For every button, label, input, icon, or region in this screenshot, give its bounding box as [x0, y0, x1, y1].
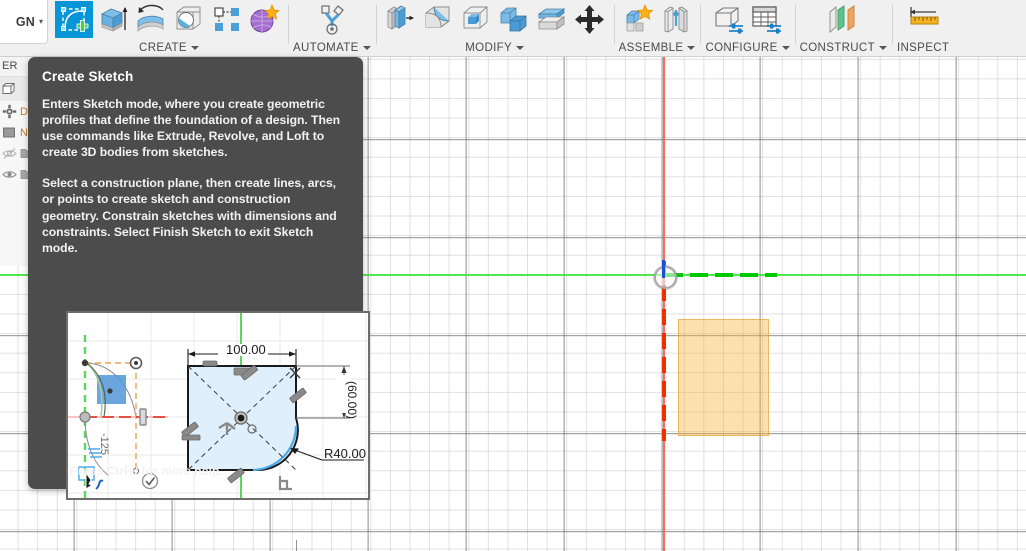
toolbar-group-inspect-label[interactable]: INSPECT [897, 39, 949, 56]
revolve-button[interactable] [131, 1, 169, 38]
x-axis-highlight [665, 273, 777, 277]
document-cube-icon [2, 82, 17, 97]
sketch-plus-icon [59, 5, 89, 35]
inspect-label-text: INSPECT [896, 41, 950, 54]
construct-label-text: CONSTRUCT [799, 41, 875, 54]
extrude-button[interactable] [93, 1, 131, 38]
toolbar-group-modify-label[interactable]: MODIFY [465, 39, 525, 56]
chevron-down-icon [878, 46, 887, 50]
configure-box-icon [712, 4, 745, 35]
create-label-text: CREATE [139, 41, 187, 54]
shell-icon [460, 4, 491, 35]
chevron-down-icon [516, 46, 525, 50]
dim-radius-label: R40.00 [324, 446, 366, 461]
chevron-down-icon [687, 46, 696, 50]
workspace-tab-design[interactable]: GN ▾ [0, 0, 48, 44]
chevron-down-icon [362, 46, 371, 50]
dim-offset-label: -125 [98, 433, 110, 455]
modify-label-text: MODIFY [465, 41, 513, 54]
toolbar-group-configure-label[interactable]: CONFIGURE [705, 39, 790, 56]
offset-plane-icon [826, 4, 860, 35]
toolbar-group-automate: AUTOMATE [288, 0, 376, 56]
tooltip-title: Create Sketch [42, 69, 134, 84]
dim-height-label: (60.00) [345, 381, 359, 419]
browser-row-named-views-label: N [20, 126, 28, 139]
offset-plane-button[interactable] [824, 1, 862, 38]
create-sketch-button[interactable] [55, 1, 93, 38]
configure-component-button[interactable] [710, 1, 748, 38]
toolbar-group-modify: MODIFY [375, 0, 614, 56]
configure-table-button[interactable] [748, 1, 786, 38]
create-form-button[interactable] [245, 1, 283, 38]
tooltip-paragraph-2: Select a construction plane, then create… [42, 176, 337, 255]
chevron-down-icon: ▾ [38, 17, 43, 26]
toolbar-group-create: CREATE [50, 0, 288, 56]
joint-button[interactable] [657, 1, 695, 38]
assemble-label-text: ASSEMBLE [618, 41, 684, 54]
measure-ruler-icon [906, 4, 940, 35]
press-pull-icon [384, 4, 415, 35]
named-views-icon [2, 125, 17, 140]
form-sphere-icon [248, 4, 280, 35]
sphere-icon [173, 4, 204, 35]
measure-button[interactable] [904, 1, 942, 38]
canvas-grid-heavy-vertical [296, 540, 297, 551]
combine-button[interactable] [495, 1, 533, 38]
toolbar-group-construct-label[interactable]: CONSTRUCT [800, 39, 887, 56]
toolbar-group-construct: CONSTRUCT [794, 0, 892, 56]
fillet-button[interactable] [419, 1, 457, 38]
fusion-application-window: 200 GN ▾ [0, 0, 1026, 551]
main-toolbar: GN ▾ CREATE AUTOMATE MODIFY ASSEMBLE CON… [0, 0, 1026, 57]
joint-icon [660, 4, 692, 35]
toolbar-group-assemble-label[interactable]: ASSEMBLE [619, 39, 696, 56]
eye-hidden-icon[interactable] [2, 146, 17, 161]
shell-button[interactable] [457, 1, 495, 38]
toolbar-group-configure: CONFIGURE [700, 0, 794, 56]
configure-label-text: CONFIGURE [705, 41, 778, 54]
workspace-tab-label: GN [15, 14, 35, 29]
split-face-icon [535, 4, 568, 35]
toolbar-group-inspect: INSPECT [891, 0, 954, 56]
pattern-button[interactable] [207, 1, 245, 38]
move-arrows-icon [574, 4, 605, 35]
automate-node-icon [315, 4, 349, 36]
rect-pattern-icon [211, 4, 242, 35]
toolbar-group-create-label[interactable]: CREATE [139, 39, 199, 56]
automate-label-text: AUTOMATE [293, 41, 359, 54]
combine-icon [498, 4, 529, 35]
create-sketch-tooltip: Create Sketch Enters Sketch mode, where … [28, 57, 370, 500]
tooltip-paragraph-1: Enters Sketch mode, where you create geo… [42, 97, 340, 160]
tooltip-footer: Press Ctrl+/ for more help. [70, 464, 223, 478]
automate-button[interactable] [313, 1, 351, 38]
chevron-down-icon [190, 46, 199, 50]
fillet-icon [422, 4, 453, 35]
revolve-icon [134, 4, 167, 35]
selected-sketch-profile[interactable] [678, 319, 769, 436]
sphere-button[interactable] [169, 1, 207, 38]
toolbar-group-automate-label[interactable]: AUTOMATE [293, 39, 371, 56]
new-component-icon [623, 4, 654, 35]
workspace-tab-area: GN ▾ [0, 0, 50, 56]
eye-visible-icon[interactable] [2, 167, 17, 182]
origin-marker[interactable] [654, 266, 677, 289]
configure-table-icon [750, 4, 783, 35]
split-face-button[interactable] [533, 1, 571, 38]
press-pull-button[interactable] [381, 1, 419, 38]
z-axis-marker [662, 260, 665, 278]
chevron-down-icon [781, 46, 790, 50]
document-settings-icon [2, 104, 17, 119]
move-copy-button[interactable] [571, 1, 609, 38]
toolbar-group-assemble: ASSEMBLE [613, 0, 701, 56]
extrude-icon [97, 4, 128, 35]
dim-width-label: 100.00 [226, 342, 266, 357]
new-component-button[interactable] [619, 1, 657, 38]
